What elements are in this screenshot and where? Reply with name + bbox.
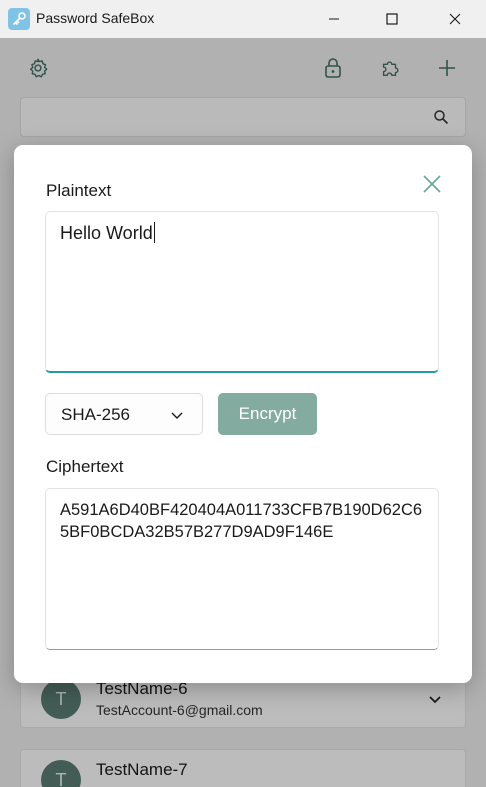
- plaintext-label: Plaintext: [46, 181, 112, 200]
- algorithm-select[interactable]: SHA-256: [45, 393, 203, 435]
- text-caret: [153, 222, 155, 243]
- chevron-down-icon: [170, 408, 184, 422]
- window-close-button[interactable]: [425, 0, 485, 38]
- dialog-close-button[interactable]: [420, 172, 444, 196]
- encrypt-button[interactable]: Encrypt: [218, 393, 317, 435]
- ciphertext-output[interactable]: A591A6D40BF420404A011733CFB7B190D62C65BF…: [45, 488, 439, 650]
- ciphertext-label: Ciphertext: [46, 457, 124, 476]
- window-title: Password SafeBox: [36, 10, 155, 26]
- maximize-button[interactable]: [362, 0, 422, 38]
- title-bar: Password SafeBox: [0, 0, 486, 38]
- close-icon: [423, 175, 441, 193]
- plaintext-value: Hello World: [60, 223, 153, 243]
- algorithm-selected-value: SHA-256: [61, 405, 130, 424]
- key-icon: [8, 8, 30, 30]
- encrypt-dialog: Plaintext Hello World SHA-256 Encrypt Ci…: [14, 145, 472, 683]
- minimize-button[interactable]: [304, 0, 364, 38]
- maximize-icon: [386, 13, 398, 25]
- plaintext-input[interactable]: Hello World: [45, 211, 439, 373]
- close-icon: [449, 13, 461, 25]
- minimize-icon: [329, 18, 339, 20]
